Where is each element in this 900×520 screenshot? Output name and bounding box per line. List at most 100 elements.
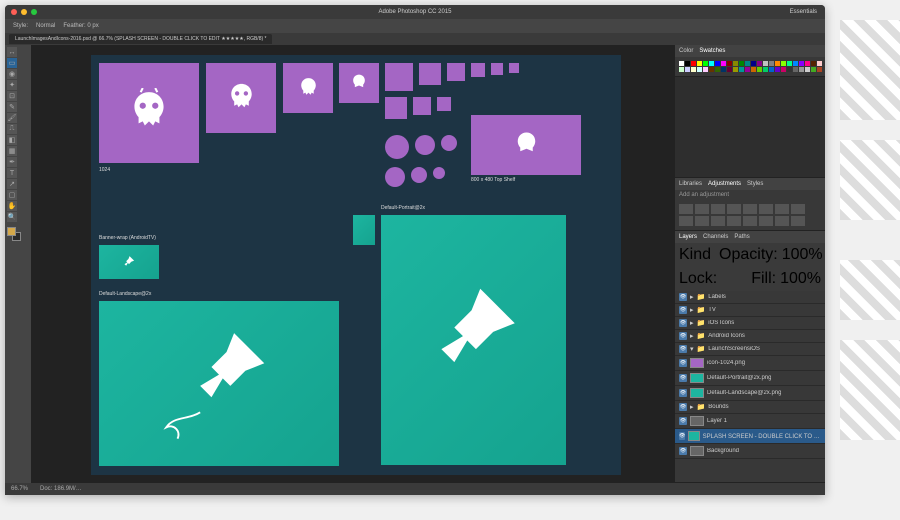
artboard-circle[interactable] bbox=[411, 167, 427, 183]
artboard-tile[interactable] bbox=[206, 63, 276, 133]
panel-tab-channels[interactable]: Channels bbox=[703, 234, 728, 240]
artboard-tile[interactable] bbox=[447, 63, 465, 81]
visibility-icon[interactable]: 👁 bbox=[679, 389, 687, 397]
artboard-circle[interactable] bbox=[385, 167, 405, 187]
layer-row[interactable]: 👁Default-Portrait@2x.png bbox=[675, 371, 825, 386]
artboard-circle[interactable] bbox=[415, 135, 435, 155]
swatch[interactable] bbox=[781, 67, 786, 72]
visibility-icon[interactable]: 👁 bbox=[679, 432, 685, 440]
swatch[interactable] bbox=[679, 67, 684, 72]
close-icon[interactable] bbox=[11, 9, 17, 15]
swatch[interactable] bbox=[727, 61, 732, 66]
layers-list[interactable]: 👁▸📁Labels👁▸📁TV👁▸📁iOS Icons👁▸📁Android Ico… bbox=[675, 291, 825, 482]
artboard-tile[interactable] bbox=[509, 63, 519, 73]
layer-row[interactable]: 👁▾📁LaunchScreensiOS bbox=[675, 343, 825, 356]
panel-tab-paths[interactable]: Paths bbox=[734, 234, 749, 240]
swatch[interactable] bbox=[721, 61, 726, 66]
visibility-icon[interactable]: 👁 bbox=[679, 403, 687, 411]
artboard-tile[interactable] bbox=[419, 63, 441, 85]
eraser-tool-icon[interactable]: ◧ bbox=[7, 135, 17, 145]
swatch[interactable] bbox=[775, 61, 780, 66]
artboard-tile[interactable] bbox=[385, 97, 407, 119]
disclosure-icon[interactable]: ▾ bbox=[690, 345, 694, 353]
swatch[interactable] bbox=[769, 67, 774, 72]
artboard-landscape[interactable] bbox=[99, 301, 339, 466]
status-zoom[interactable]: 66.7% bbox=[11, 486, 28, 492]
swatch[interactable] bbox=[799, 67, 804, 72]
layer-thumbnail[interactable] bbox=[688, 431, 699, 441]
visibility-icon[interactable]: 👁 bbox=[679, 345, 687, 353]
adjustment-lookup-icon[interactable] bbox=[695, 216, 709, 226]
swatch[interactable] bbox=[685, 61, 690, 66]
gradient-tool-icon[interactable]: ▦ bbox=[7, 146, 17, 156]
swatches-grid[interactable] bbox=[675, 57, 825, 76]
panel-tab-adjustments[interactable]: Adjustments bbox=[708, 181, 741, 187]
artboard-circle[interactable] bbox=[385, 135, 409, 159]
swatch[interactable] bbox=[745, 61, 750, 66]
swatch[interactable] bbox=[733, 67, 738, 72]
swatch[interactable] bbox=[697, 67, 702, 72]
adjustment-vibrance-icon[interactable] bbox=[743, 204, 757, 214]
visibility-icon[interactable]: 👁 bbox=[679, 319, 687, 327]
swatch[interactable] bbox=[811, 61, 816, 66]
adjustment-brightness-icon[interactable] bbox=[679, 204, 693, 214]
layer-thumbnail[interactable] bbox=[690, 358, 704, 368]
fg-bg-color[interactable] bbox=[7, 227, 21, 241]
adjustment-threshold-icon[interactable] bbox=[743, 216, 757, 226]
zoom-tool-icon[interactable]: 🔍 bbox=[7, 212, 17, 222]
visibility-icon[interactable]: 👁 bbox=[679, 374, 687, 382]
panel-tab-styles[interactable]: Styles bbox=[747, 181, 763, 187]
layers-opacity-value[interactable]: 100% bbox=[782, 246, 823, 264]
panel-tab-color[interactable]: Color bbox=[679, 48, 693, 54]
adjustment-gradient-icon[interactable] bbox=[759, 216, 773, 226]
layer-row[interactable]: 👁▸📁Bounds bbox=[675, 401, 825, 414]
type-tool-icon[interactable]: T bbox=[7, 168, 17, 178]
layer-row[interactable]: 👁▸📁Labels bbox=[675, 291, 825, 304]
adjustment-posterize-icon[interactable] bbox=[727, 216, 741, 226]
layer-row[interactable]: 👁icon-1024.png bbox=[675, 356, 825, 371]
adjustment-levels-icon[interactable] bbox=[695, 204, 709, 214]
swatch[interactable] bbox=[715, 61, 720, 66]
visibility-icon[interactable]: 👁 bbox=[679, 332, 687, 340]
layer-row[interactable]: 👁Background bbox=[675, 444, 825, 459]
artboard-tile[interactable] bbox=[99, 63, 199, 163]
swatch[interactable] bbox=[787, 67, 792, 72]
swatch[interactable] bbox=[805, 67, 810, 72]
adjustment-photo-filter-icon[interactable] bbox=[791, 204, 805, 214]
adjustment-hue-icon[interactable] bbox=[759, 204, 773, 214]
swatch[interactable] bbox=[709, 61, 714, 66]
swatch[interactable] bbox=[685, 67, 690, 72]
layer-thumbnail[interactable] bbox=[690, 373, 704, 383]
pen-tool-icon[interactable]: ✒ bbox=[7, 157, 17, 167]
artboard-tile[interactable] bbox=[471, 63, 485, 77]
layer-row[interactable]: 👁SPLASH SCREEN - DOUBLE CLICK TO EDIT ★★… bbox=[675, 429, 825, 444]
document-tab[interactable]: LaunchImagesAndIcons-2016.psd @ 66.7% (S… bbox=[9, 34, 272, 44]
marquee-tool-icon[interactable]: ▭ bbox=[7, 58, 17, 68]
swatch[interactable] bbox=[691, 67, 696, 72]
panel-tab-libraries[interactable]: Libraries bbox=[679, 181, 702, 187]
swatch[interactable] bbox=[793, 61, 798, 66]
swatch[interactable] bbox=[697, 61, 702, 66]
artboard-tile[interactable] bbox=[385, 63, 413, 91]
artboard-circle[interactable] bbox=[441, 135, 457, 151]
swatch[interactable] bbox=[721, 67, 726, 72]
swatch[interactable] bbox=[757, 67, 762, 72]
artboard-tile[interactable] bbox=[339, 63, 379, 103]
artboard-portrait[interactable] bbox=[381, 215, 566, 465]
stamp-tool-icon[interactable]: ⎍ bbox=[7, 124, 17, 134]
adjustment-invert-icon[interactable] bbox=[711, 216, 725, 226]
artboard-tile[interactable] bbox=[491, 63, 503, 75]
disclosure-icon[interactable]: ▸ bbox=[690, 319, 694, 327]
brush-tool-icon[interactable]: 🖌 bbox=[7, 113, 17, 123]
visibility-icon[interactable]: 👁 bbox=[679, 417, 687, 425]
artboard-tile[interactable] bbox=[437, 97, 451, 111]
visibility-icon[interactable]: 👁 bbox=[679, 359, 687, 367]
swatch[interactable] bbox=[703, 61, 708, 66]
layer-thumbnail[interactable] bbox=[690, 416, 704, 426]
adjustment-mixer-icon[interactable] bbox=[679, 216, 693, 226]
swatch[interactable] bbox=[787, 61, 792, 66]
layer-row[interactable]: 👁Layer 1 bbox=[675, 414, 825, 429]
artboard-top-shelf[interactable] bbox=[471, 115, 581, 175]
swatch[interactable] bbox=[739, 61, 744, 66]
panel-tab-layers[interactable]: Layers bbox=[679, 234, 697, 240]
